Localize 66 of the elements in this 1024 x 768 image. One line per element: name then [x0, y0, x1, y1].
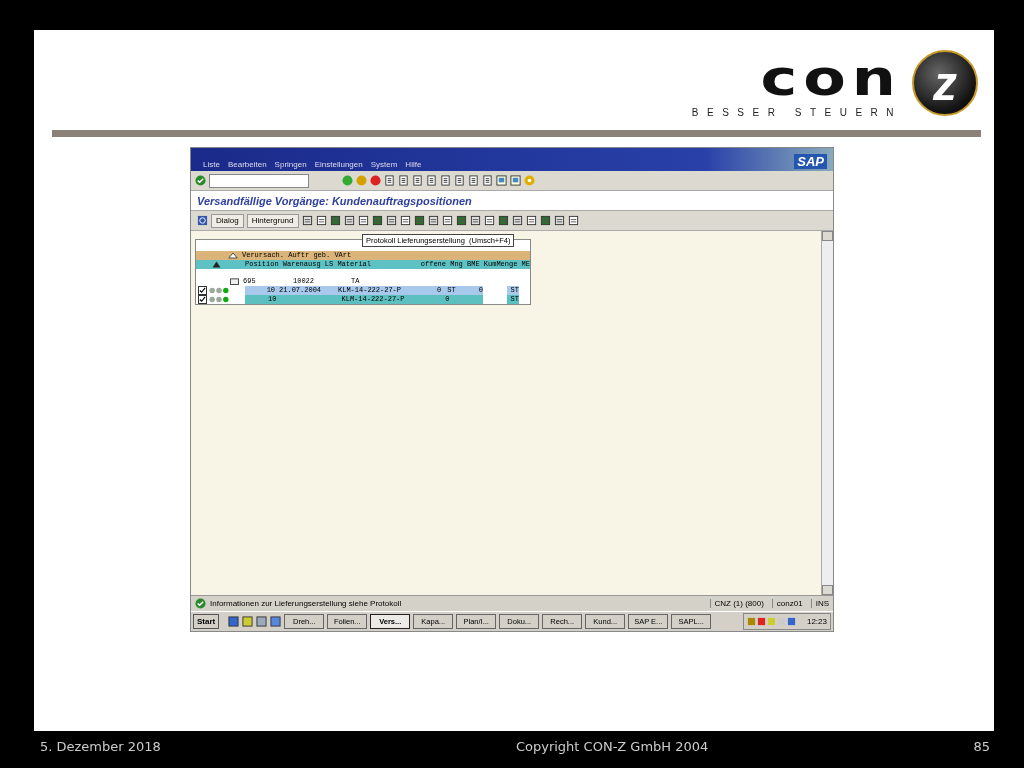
- toolbar-icon[interactable]: [343, 215, 355, 226]
- toolbar-icon[interactable]: [497, 215, 509, 226]
- document-icon[interactable]: [398, 175, 409, 186]
- page-number: 85: [973, 739, 990, 754]
- folder-icon: [230, 278, 239, 285]
- clock: 12:23: [806, 617, 827, 626]
- menu-item[interactable]: System: [370, 160, 398, 169]
- app-icon[interactable]: [228, 616, 240, 627]
- logo-mark: z: [912, 50, 978, 116]
- menu-item[interactable]: Hilfe: [405, 160, 422, 169]
- menu-item[interactable]: Liste: [203, 160, 220, 169]
- toolbar-icon[interactable]: [469, 215, 481, 226]
- system-field: CNZ (1) (800): [709, 599, 768, 608]
- toolbar-icon[interactable]: [385, 215, 397, 226]
- window-icon[interactable]: [496, 175, 507, 186]
- toolbar-icon[interactable]: [427, 215, 439, 226]
- circle-icon[interactable]: [370, 175, 381, 186]
- toolbar-icon[interactable]: [525, 215, 537, 226]
- screen-title: Versandfällige Vorgänge: Kundenauftragspositionen: [191, 191, 833, 210]
- toolbar-icon[interactable]: [413, 215, 425, 226]
- toolbar-icon[interactable]: [315, 215, 327, 226]
- menu-item[interactable]: Einstellungen: [314, 160, 363, 169]
- success-icon: [195, 598, 206, 609]
- command-field[interactable]: [209, 173, 309, 188]
- toolbar-icon[interactable]: [455, 215, 467, 226]
- sap-logo: SAP: [794, 154, 827, 169]
- document-icon[interactable]: [440, 175, 451, 186]
- toolbar-icon[interactable]: [539, 215, 551, 226]
- document-icon[interactable]: [426, 175, 437, 186]
- traffic-light-icon: [209, 287, 229, 294]
- toolbar-icon[interactable]: [371, 215, 383, 226]
- toolbar-button[interactable]: Hintergrund: [246, 213, 299, 228]
- document-icon[interactable]: [468, 175, 479, 186]
- mode-field: INS: [810, 599, 833, 608]
- document-icon[interactable]: [482, 175, 493, 186]
- logo-tagline: BESSER STEUERN: [691, 106, 902, 118]
- document-icon[interactable]: [412, 175, 423, 186]
- toolbar-icon[interactable]: [553, 215, 565, 226]
- toolbar-icon[interactable]: [357, 215, 369, 226]
- toolbar-icon[interactable]: [301, 215, 313, 226]
- menu-item[interactable]: Bearbeiten: [227, 160, 267, 169]
- row-checkbox[interactable]: [198, 286, 207, 295]
- logo-wordmark: con: [760, 54, 902, 101]
- footer-copyright: Copyright CON-Z GmbH 2004: [515, 739, 709, 754]
- status-message: Informationen zur Lieferungserstellung siehe Protokoll: [210, 599, 403, 608]
- app-icon[interactable]: [270, 616, 282, 627]
- toolbar-icon[interactable]: [511, 215, 523, 226]
- row-checkbox[interactable]: [198, 295, 207, 304]
- toolbar-icon[interactable]: [399, 215, 411, 226]
- document-icon[interactable]: [384, 175, 395, 186]
- toolbar-button[interactable]: Dialog: [211, 213, 244, 228]
- user-field: conz01: [771, 599, 807, 608]
- toolbar-icon[interactable]: [441, 215, 453, 226]
- toolbar-icon[interactable]: [483, 215, 495, 226]
- menu-item[interactable]: Springen: [274, 160, 307, 169]
- app-icon[interactable]: [242, 616, 254, 627]
- document-icon[interactable]: [454, 175, 465, 186]
- check-icon[interactable]: [195, 175, 206, 186]
- footer-date: 5. Dezember 2018: [40, 739, 161, 754]
- traffic-light-icon: [209, 296, 229, 303]
- start-button[interactable]: Start: [193, 614, 220, 629]
- app-icon[interactable]: [256, 616, 268, 627]
- window-icon[interactable]: [510, 175, 521, 186]
- scrollbar[interactable]: [821, 231, 833, 595]
- toolbar-icon[interactable]: [567, 215, 579, 226]
- toolbar-icon[interactable]: [329, 215, 341, 226]
